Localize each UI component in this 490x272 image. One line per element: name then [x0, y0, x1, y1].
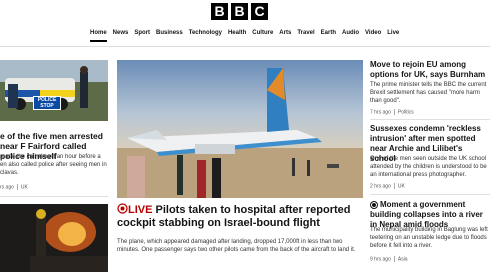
- nav-home[interactable]: Home: [90, 30, 107, 42]
- right-story-1-meta: 7 hrs ago Politics: [370, 109, 490, 115]
- right-story-2-summary: One of the men seen outside the UK schoo…: [370, 156, 487, 178]
- logo-letter-b2: B: [231, 3, 248, 20]
- right-divider-2: [370, 194, 490, 195]
- nav-culture[interactable]: Culture: [252, 30, 273, 42]
- logo-letter-c: C: [251, 3, 268, 20]
- right-story-2-tag[interactable]: UK: [398, 183, 405, 189]
- right-story-2-time: 2 hrs ago: [370, 183, 391, 190]
- plane-hero-image[interactable]: [117, 60, 363, 198]
- left-divider: [0, 196, 108, 197]
- right-story-3-tag[interactable]: Asia: [398, 256, 408, 262]
- live-badge: LIVE: [117, 203, 153, 216]
- live-icon: [117, 203, 128, 214]
- right-story-1-headline[interactable]: Move to rejoin EU among options for UK, …: [370, 60, 490, 80]
- center-summary: The plane, which appeared damaged after …: [117, 239, 356, 253]
- center-headline-text: Pilots taken to hospital after reported …: [117, 204, 351, 229]
- right-story-1-summary: The prime minister tells the BBC the cur…: [370, 82, 487, 104]
- nav-audio[interactable]: Audio: [342, 30, 359, 42]
- live-dot-icon: [370, 200, 378, 209]
- center-headline[interactable]: LIVE Pilots taken to hospital after repo…: [117, 203, 363, 230]
- bbc-logo[interactable]: B B C: [211, 3, 268, 20]
- left-tag[interactable]: UK: [21, 184, 28, 190]
- right-story-3-time: 9 hrs ago: [370, 256, 391, 263]
- right-story-3-summary: The municipality building in Baglung was…: [370, 227, 488, 249]
- meta-divider: [393, 183, 395, 189]
- left-summary: made the call almost an hour before a en…: [0, 154, 107, 176]
- right-story-2-meta: 2 hrs ago UK: [370, 183, 490, 189]
- police-scene-image[interactable]: POLICE STOP: [0, 60, 108, 121]
- fire-scene-image[interactable]: [0, 204, 108, 272]
- right-story-3-meta: 9 hrs ago Asia: [370, 256, 490, 262]
- logo-letter-b1: B: [211, 3, 228, 20]
- live-label: LIVE: [128, 204, 153, 216]
- left-time: rs ago: [0, 184, 14, 191]
- left-meta: rs ago UK: [0, 184, 28, 190]
- nav-live[interactable]: Live: [387, 30, 399, 42]
- right-story-3-headline-text: Moment a government building collapses i…: [370, 200, 483, 229]
- nav-news[interactable]: News: [113, 30, 129, 42]
- right-story-1-tag[interactable]: Politics: [398, 109, 414, 115]
- nav-sport[interactable]: Sport: [134, 30, 150, 42]
- main-nav: Home News Sport Business Technology Heal…: [0, 27, 490, 47]
- nav-health[interactable]: Health: [228, 30, 246, 42]
- nav-video[interactable]: Video: [365, 30, 381, 42]
- nav-arts[interactable]: Arts: [279, 30, 291, 42]
- police-stop-sign: POLICE STOP: [33, 96, 61, 110]
- right-divider-1: [370, 119, 490, 120]
- meta-divider: [393, 256, 395, 262]
- meta-divider: [16, 184, 18, 190]
- meta-divider: [393, 109, 395, 115]
- right-story-1-time: 7 hrs ago: [370, 109, 391, 116]
- nav-earth[interactable]: Earth: [321, 30, 336, 42]
- nav-business[interactable]: Business: [156, 30, 183, 42]
- nav-travel[interactable]: Travel: [297, 30, 314, 42]
- nav-technology[interactable]: Technology: [189, 30, 222, 42]
